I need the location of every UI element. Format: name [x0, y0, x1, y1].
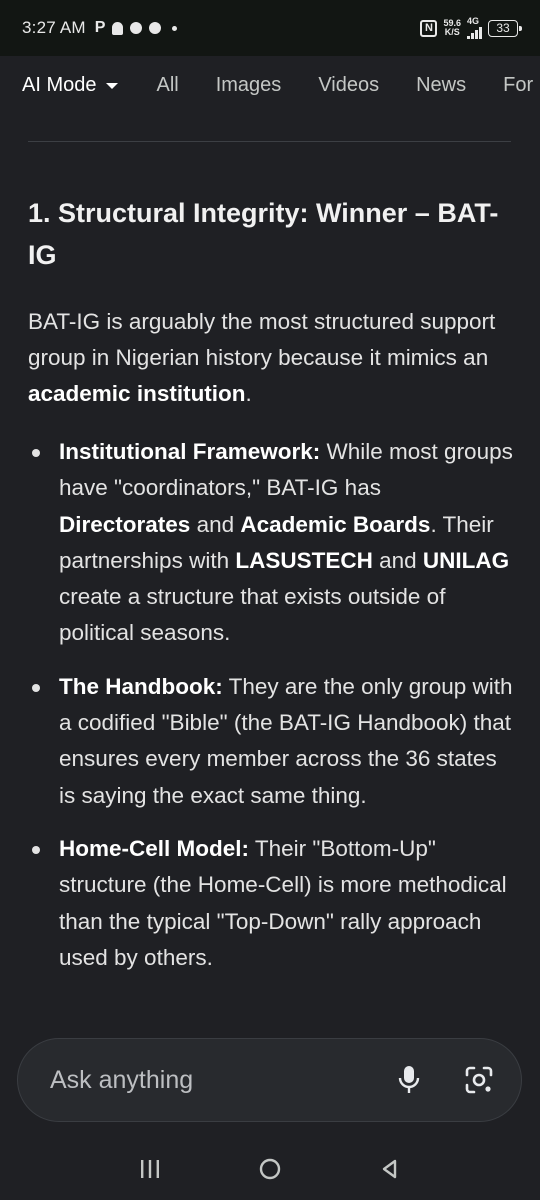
intro-bold: academic institution [28, 381, 246, 406]
battery-icon: 33 [488, 19, 522, 37]
bullet-item: The Handbook: They are the only group wi… [28, 669, 518, 814]
tab-ai-mode[interactable]: AI Mode [22, 73, 119, 97]
chevron-down-icon [106, 83, 119, 89]
bullet-bold-text: Directorates [59, 511, 191, 537]
system-nav-bar [0, 1138, 540, 1200]
bullet-bold-text: The Handbook: [59, 673, 223, 699]
status-bar-left: 3:27 AM P [22, 18, 178, 38]
more-notifications-dot-icon [172, 25, 178, 31]
bullet-list: Institutional Framework: While most grou… [28, 434, 518, 976]
bullet-bold-text: Institutional Framework: [59, 439, 321, 464]
snapchat-notification-icon [112, 21, 124, 35]
chat-notification-icon [130, 22, 143, 34]
bullet-item: Institutional Framework: While most grou… [28, 434, 518, 652]
messenger-notification-icon [149, 22, 162, 34]
tab-videos[interactable]: Videos [318, 74, 379, 97]
status-bar: 3:27 AM P N 59.6 K/S 4G 33 [0, 0, 540, 56]
back-icon[interactable] [370, 1149, 410, 1189]
recents-icon[interactable] [130, 1149, 170, 1189]
bullet-text: and [372, 547, 423, 573]
intro-text-after: . [245, 381, 252, 406]
google-lens-icon[interactable] [457, 1058, 501, 1102]
network-indicator: 4G [467, 17, 482, 39]
ai-response-content: 1. Structural Integrity: Winner – BAT-IG… [28, 192, 518, 993]
network-speed: 59.6 K/S [443, 19, 461, 37]
signal-strength-icon [467, 27, 482, 39]
bullet-text: create a structure that exists outside o… [59, 584, 446, 646]
tab-news[interactable]: News [416, 74, 466, 97]
intro-paragraph: BAT-IG is arguably the most structured s… [28, 304, 518, 412]
status-time: 3:27 AM [22, 18, 86, 37]
network-type: 4G [467, 16, 480, 26]
bullet-text: and [190, 511, 241, 537]
microphone-icon[interactable] [387, 1058, 431, 1102]
intro-text-before: BAT-IG is arguably the most structured s… [28, 309, 496, 370]
status-bar-right: N 59.6 K/S 4G 33 [420, 17, 522, 39]
ask-input[interactable] [48, 1064, 387, 1096]
network-speed-unit: K/S [444, 27, 460, 37]
bullet-bold-text: Academic Boards [240, 511, 431, 537]
home-icon[interactable] [250, 1149, 290, 1189]
nfc-icon: N [420, 19, 438, 37]
tabs-divider [28, 141, 511, 142]
bullet-item: Home-Cell Model: Their "Bottom-Up" struc… [28, 831, 518, 976]
tab-ai-mode-label: AI Mode [22, 73, 97, 96]
tab-all[interactable]: All [156, 74, 178, 97]
bullet-bold-text: LASUSTECH [235, 547, 373, 573]
bullet-bold-text: Home-Cell Model: [59, 835, 250, 861]
p-notification-icon: P [94, 19, 106, 36]
bullet-bold-text: UNILAG [422, 547, 510, 573]
tab-for[interactable]: For [503, 74, 533, 97]
ask-bar [17, 1038, 522, 1122]
search-mode-tabs: AI Mode All Images Videos News For [0, 56, 540, 114]
tab-images[interactable]: Images [216, 74, 282, 97]
section-heading: 1. Structural Integrity: Winner – BAT-IG [28, 198, 499, 270]
